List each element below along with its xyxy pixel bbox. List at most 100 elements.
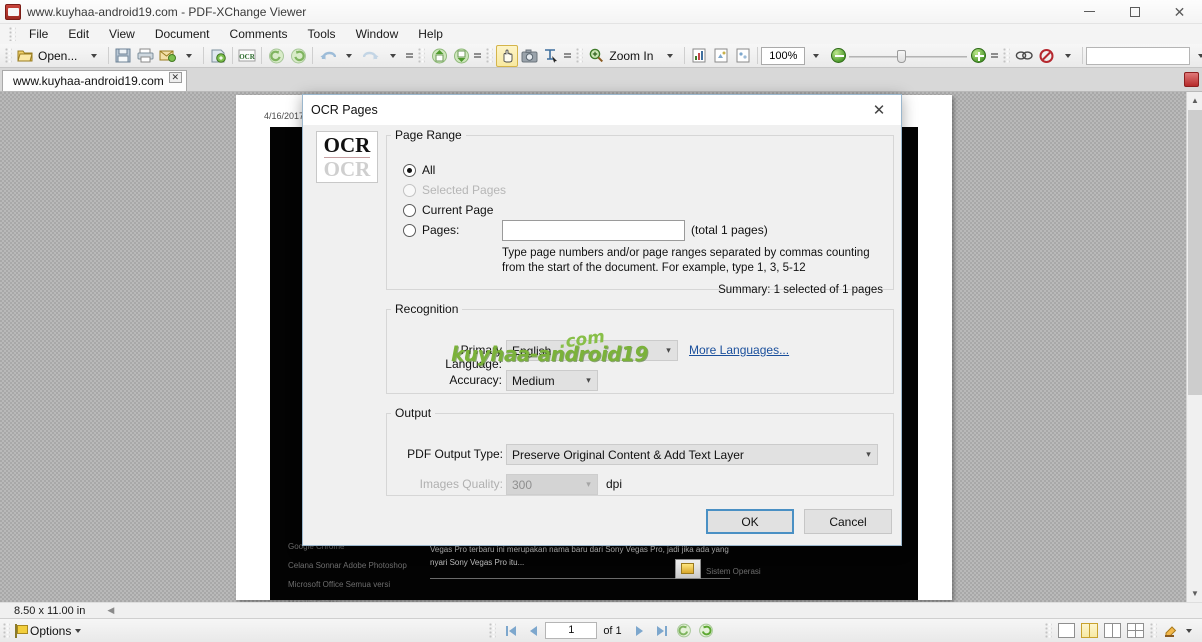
toolbar-grip-4[interactable] [576,47,584,64]
select-text-button[interactable] [540,45,562,67]
radio-all[interactable]: All [403,163,435,177]
highlight-color-button[interactable] [1160,620,1182,642]
horizontal-scroll-left-icon[interactable]: ◀ [107,605,114,616]
vertical-scrollbar[interactable]: ▲ ▼ [1186,92,1202,602]
redo-button[interactable] [360,45,382,67]
statusbar-grip[interactable] [3,622,10,639]
email-button[interactable] [156,45,178,67]
menu-view[interactable]: View [99,25,145,43]
ocr-button[interactable]: OCR [236,45,258,67]
loupe-button[interactable] [1013,45,1035,67]
pdf-output-type-select[interactable]: Preserve Original Content & Add Text Lay… [506,444,878,465]
search-dropdown[interactable] [1190,45,1202,67]
previous-page-button[interactable] [523,621,543,641]
layout-grip[interactable] [1045,622,1052,639]
pager-grip[interactable] [489,622,497,639]
menu-edit[interactable]: Edit [58,25,99,43]
history-back-nav-button[interactable] [674,621,694,641]
history-forward-nav-button[interactable] [696,621,716,641]
document-tab[interactable]: www.kuyhaa-android19.com ✕ [2,70,187,91]
hand-tool-button[interactable] [496,44,519,67]
zoom-in-dropdown[interactable] [659,45,681,67]
vertical-scrollbar-thumb[interactable] [1188,110,1202,395]
facing-pages-layout-button[interactable] [1104,623,1121,638]
toolbar-overflow-2[interactable] [474,52,482,59]
single-page-layout-button[interactable] [1058,623,1075,638]
next-page-button[interactable] [630,621,650,641]
accuracy-select[interactable]: Medium ▾ [506,370,598,391]
zoom-level-dropdown[interactable] [805,45,827,67]
history-forward-button[interactable] [287,45,309,67]
undo-dropdown[interactable] [338,45,360,67]
continuous-layout-button[interactable] [1081,623,1098,638]
primary-language-select[interactable]: English ▾ [506,340,678,361]
page-down-button[interactable] [450,45,472,67]
undo-button[interactable] [316,45,338,67]
tabbar-document-icon[interactable] [1184,72,1199,87]
minimize-button[interactable] [1067,0,1112,24]
page-link-item[interactable]: Microsoft Office Semua versi [288,580,390,589]
ok-button[interactable]: OK [706,509,794,534]
options-button[interactable]: Options [13,620,87,642]
radio-pages[interactable]: Pages: [403,223,459,237]
continuous-facing-layout-button[interactable] [1127,623,1144,638]
zoom-level-input[interactable]: 100% [761,46,806,65]
zoom-slider[interactable] [849,46,968,66]
menu-window[interactable]: Window [346,25,409,43]
toolbar-grip-3[interactable] [486,47,494,64]
redo-dropdown[interactable] [382,45,404,67]
menu-file[interactable]: File [19,25,58,43]
toolbar-grip-2[interactable] [418,47,426,64]
menu-tools[interactable]: Tools [298,25,346,43]
zoom-in-button[interactable]: Zoom In [586,45,659,67]
open-button[interactable]: Open... [15,45,83,67]
first-page-button[interactable] [501,621,521,641]
recognition-legend: Recognition [395,302,459,316]
menu-comments[interactable]: Comments [220,25,298,43]
dialog-close-button[interactable]: ✕ [857,95,901,125]
toolbar-grip-5[interactable] [1003,47,1011,64]
highlight-grip[interactable] [1150,622,1157,639]
email-dropdown[interactable] [178,45,200,67]
toolbar-grip-1[interactable] [5,47,12,64]
page-up-button[interactable] [428,45,450,67]
redact-dropdown[interactable] [1057,45,1079,67]
zoom-slider-thumb[interactable] [897,49,907,63]
page-category-item[interactable]: Sistem Operasi [706,567,761,576]
chevron-down-icon[interactable] [1186,628,1192,633]
search-input[interactable] [1086,46,1191,65]
bookmarks-button[interactable] [688,45,710,67]
toolbar-overflow-1[interactable] [406,52,414,59]
menu-document[interactable]: Document [145,25,220,43]
toolbar-overflow-3[interactable] [564,52,572,59]
menu-help[interactable]: Help [408,25,453,43]
thumbnail-panel-button[interactable] [732,45,754,67]
redact-button[interactable] [1035,45,1057,67]
snapshot-button[interactable] [518,45,540,67]
chevron-down-icon: ▾ [586,375,591,385]
maximize-button[interactable] [1112,0,1157,24]
scroll-down-icon[interactable]: ▼ [1187,585,1202,602]
zoom-in-circle-button[interactable] [967,45,989,67]
tab-close-icon[interactable]: ✕ [168,72,182,83]
toolbar-overflow-4[interactable] [991,52,999,59]
print-button[interactable] [134,45,156,67]
export-button[interactable] [207,45,229,67]
open-dropdown[interactable] [83,45,105,67]
last-page-button[interactable] [652,621,672,641]
page-link-item[interactable]: Celana Sonnar Adobe Photoshop [288,561,407,570]
save-button[interactable] [112,45,134,67]
radio-current-page[interactable]: Current Page [403,203,493,217]
pages-panel-button[interactable] [710,45,732,67]
history-back-button[interactable] [265,45,287,67]
zoom-out-circle-button[interactable] [827,45,849,67]
title-bar: www.kuyhaa-android19.com - PDF-XChange V… [0,0,1202,24]
page-info-strip: 8.50 x 11.00 in ◀ [0,602,1202,618]
scroll-up-icon[interactable]: ▲ [1187,92,1202,109]
cancel-button[interactable]: Cancel [804,509,892,534]
more-languages-link[interactable]: More Languages... [689,343,789,357]
pages-input[interactable] [502,220,685,241]
current-page-input[interactable]: 1 [545,622,598,639]
menubar-grip[interactable] [9,27,16,41]
close-button[interactable]: ✕ [1157,0,1202,24]
